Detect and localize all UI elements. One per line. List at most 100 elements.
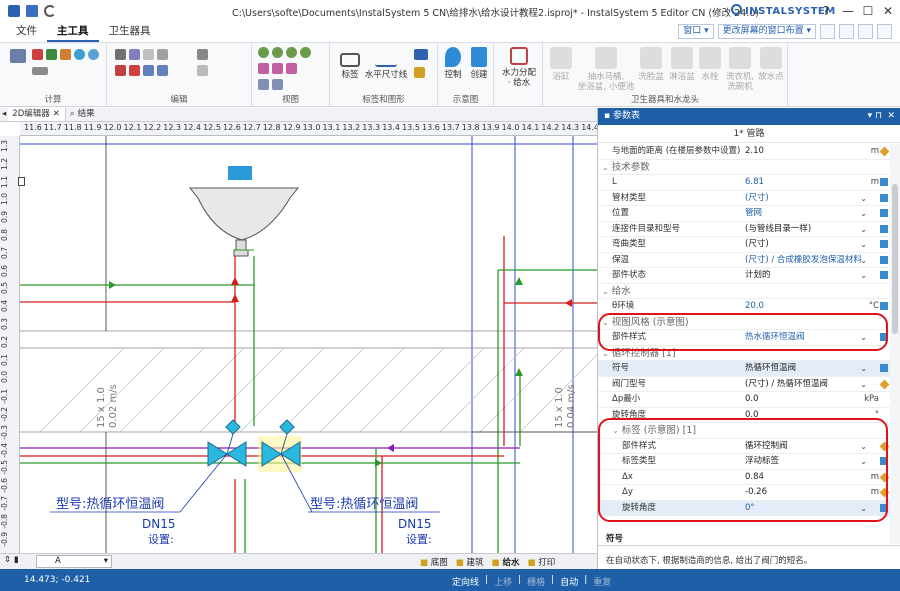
tab-sanitary[interactable]: 卫生器具	[99, 22, 161, 42]
view-prev-icon[interactable]	[272, 63, 283, 74]
close-panel-icon[interactable]: ✕	[887, 108, 895, 125]
property-row[interactable]: 保温 (尺寸) / 合成橡胶发泡保温材料 ⌄	[598, 253, 891, 268]
property-row[interactable]: Δp最小 0.0 kPa	[598, 392, 891, 408]
property-value[interactable]: 0.0	[745, 392, 759, 407]
washer-button[interactable]: 洗衣机, 洗碗机	[723, 47, 757, 92]
paste-icon[interactable]	[143, 49, 154, 60]
zoom-in-icon[interactable]	[258, 47, 269, 58]
redo-icon[interactable]	[157, 65, 168, 76]
property-value[interactable]: (与管线目录一样)	[745, 222, 811, 237]
property-row[interactable]: 位置 管网 ⌄	[598, 206, 891, 222]
property-section[interactable]: ⌄ 技术参数	[598, 160, 891, 175]
chevron-down-icon[interactable]: ⌄	[860, 501, 867, 516]
help-icon[interactable]: ?	[816, 3, 836, 19]
property-section[interactable]: ⌄ 视图风格 (示意图)	[598, 315, 891, 330]
chevron-down-icon[interactable]: ⌄	[860, 439, 867, 454]
property-row[interactable]: 标签类型 浮动标签 ⌄	[598, 454, 891, 470]
property-value[interactable]: (尺寸)	[745, 237, 769, 252]
copy-icon[interactable]	[129, 49, 140, 60]
property-value[interactable]: (尺寸) / 合成橡胶发泡保温材料	[745, 253, 862, 268]
calculator-icon[interactable]	[880, 364, 888, 372]
flush-toilet-button[interactable]: 抽水马桶, 坐浴盆, 小便池	[577, 47, 635, 92]
window-dropdown[interactable]: 窗口 ▾	[678, 24, 714, 39]
calc-table-icon[interactable]	[10, 49, 26, 63]
calculator-icon[interactable]	[880, 255, 888, 264]
layer-select[interactable]: A ▾	[36, 555, 112, 568]
drawing-area[interactable]: 15 x 1.0 0.02 m/s 15 x 1.0 0.04 m/s 型号:热…	[20, 136, 597, 553]
check-icon[interactable]	[46, 49, 57, 60]
drain-point-button[interactable]: 放水点	[755, 47, 787, 82]
property-row[interactable]: 旋转角度 0° ⌄	[598, 500, 891, 516]
property-row[interactable]: 管材类型 (尺寸) ⌄	[598, 191, 891, 206]
collapse-icon[interactable]: ⌄	[602, 318, 609, 327]
create-button[interactable]: 创建	[466, 47, 492, 80]
delete-icon[interactable]	[129, 65, 140, 76]
property-value[interactable]: 0°	[745, 501, 755, 516]
view-building[interactable]: ■ 建筑	[456, 556, 484, 568]
maximize-button[interactable]: ☐	[858, 3, 878, 19]
pin-icon[interactable]: ▾ ⊓	[868, 108, 882, 125]
calculator-icon[interactable]	[880, 302, 888, 310]
chevron-down-icon[interactable]: ⌄	[860, 377, 867, 392]
panel-scrollbar[interactable]	[890, 144, 900, 544]
save-icon[interactable]	[26, 5, 38, 17]
view-print[interactable]: ■ 打印	[528, 556, 556, 568]
property-row[interactable]: 阀门型号 (尺寸) / 热循环恒温阀 ⌄	[598, 377, 891, 392]
property-value[interactable]: 2.10	[745, 144, 764, 159]
chevron-down-icon[interactable]: ⌄	[860, 454, 867, 469]
property-row[interactable]: 连接件目录和型号 (与管线目录一样) ⌄	[598, 222, 891, 237]
pencil-icon[interactable]	[879, 472, 890, 482]
calculator-icon[interactable]	[880, 503, 888, 512]
thermostatic-valve-2-selected[interactable]	[258, 419, 302, 472]
property-row[interactable]: 部件样式 热水循环恒温阀 ⌄	[598, 330, 891, 346]
property-row[interactable]: 弯曲类型 (尺寸) ⌄	[598, 237, 891, 253]
property-value[interactable]: 计划的	[745, 268, 771, 283]
screen-icon[interactable]	[839, 24, 854, 39]
valve-label-2[interactable]: 型号:热循环恒温阀	[310, 497, 418, 512]
property-section[interactable]: ⌄ 标签 (示意图) [1]	[598, 423, 891, 439]
property-row[interactable]: Δx 0.84 m	[598, 470, 891, 485]
pencil-icon[interactable]	[879, 441, 890, 451]
scroll-left-icon[interactable]: ⇕ ▮	[4, 555, 19, 565]
property-value[interactable]: 0.84	[745, 470, 764, 485]
zoom-out-icon[interactable]	[272, 47, 283, 58]
property-row[interactable]: 旋转角度 0.0 °	[598, 408, 891, 423]
property-row[interactable]: 符号 热循环恒温阀 ⌄	[598, 361, 891, 377]
text-icon[interactable]	[414, 49, 428, 60]
chevron-down-icon[interactable]: ⌄	[860, 191, 867, 206]
mode-up[interactable]: 上移	[494, 575, 512, 588]
calculator-icon[interactable]	[880, 178, 888, 186]
collapse-icon[interactable]: ⌄	[602, 287, 609, 296]
collapse-icon[interactable]: ⌄	[612, 426, 619, 435]
close-tab-icon[interactable]: ✕	[53, 108, 60, 121]
property-row[interactable]: Δy -0.26 m	[598, 485, 891, 501]
property-value[interactable]: (尺寸)	[745, 191, 769, 206]
tab-file[interactable]: 文件	[6, 22, 47, 42]
view-water[interactable]: ■ 给水	[492, 556, 520, 568]
window-layout-icon[interactable]	[820, 24, 835, 39]
property-section[interactable]: ⌄ 循环控制器 [1]	[598, 346, 891, 361]
valve-label-1[interactable]: 型号:热循环恒温阀	[56, 497, 164, 512]
chevron-down-icon[interactable]: ⌄	[860, 330, 867, 345]
palette-icon[interactable]	[858, 24, 873, 39]
property-row[interactable]: 部件状态 计划的 ⌄	[598, 268, 891, 284]
calculator-icon[interactable]	[880, 240, 888, 248]
horizontal-dimension-button[interactable]: 水平尺寸线	[364, 47, 408, 80]
layout-dropdown[interactable]: 更改屏幕的窗口布置 ▾	[717, 24, 816, 39]
property-value[interactable]: 6.81	[745, 175, 764, 190]
control-button[interactable]: 控制	[440, 47, 466, 80]
faucet-button[interactable]: 水栓	[697, 47, 723, 82]
image-icon[interactable]	[414, 67, 425, 78]
hydraulic-distribution-button[interactable]: 水力分配 · 给水	[496, 47, 542, 88]
mode-repeat[interactable]: 重复	[593, 575, 611, 588]
property-row[interactable]: L 6.81 m	[598, 175, 891, 191]
minimize-button[interactable]: —	[838, 3, 858, 19]
pipe-icon[interactable]	[60, 49, 71, 60]
property-value[interactable]: 管网	[745, 206, 762, 221]
chevron-down-icon[interactable]: ⌄	[860, 361, 867, 376]
select-icon[interactable]	[115, 49, 126, 60]
calculator-icon[interactable]	[880, 193, 888, 202]
property-value[interactable]: (尺寸) / 热循环恒温阀	[745, 377, 828, 392]
pencil-icon[interactable]	[879, 487, 890, 498]
calculator-icon[interactable]	[880, 224, 888, 233]
